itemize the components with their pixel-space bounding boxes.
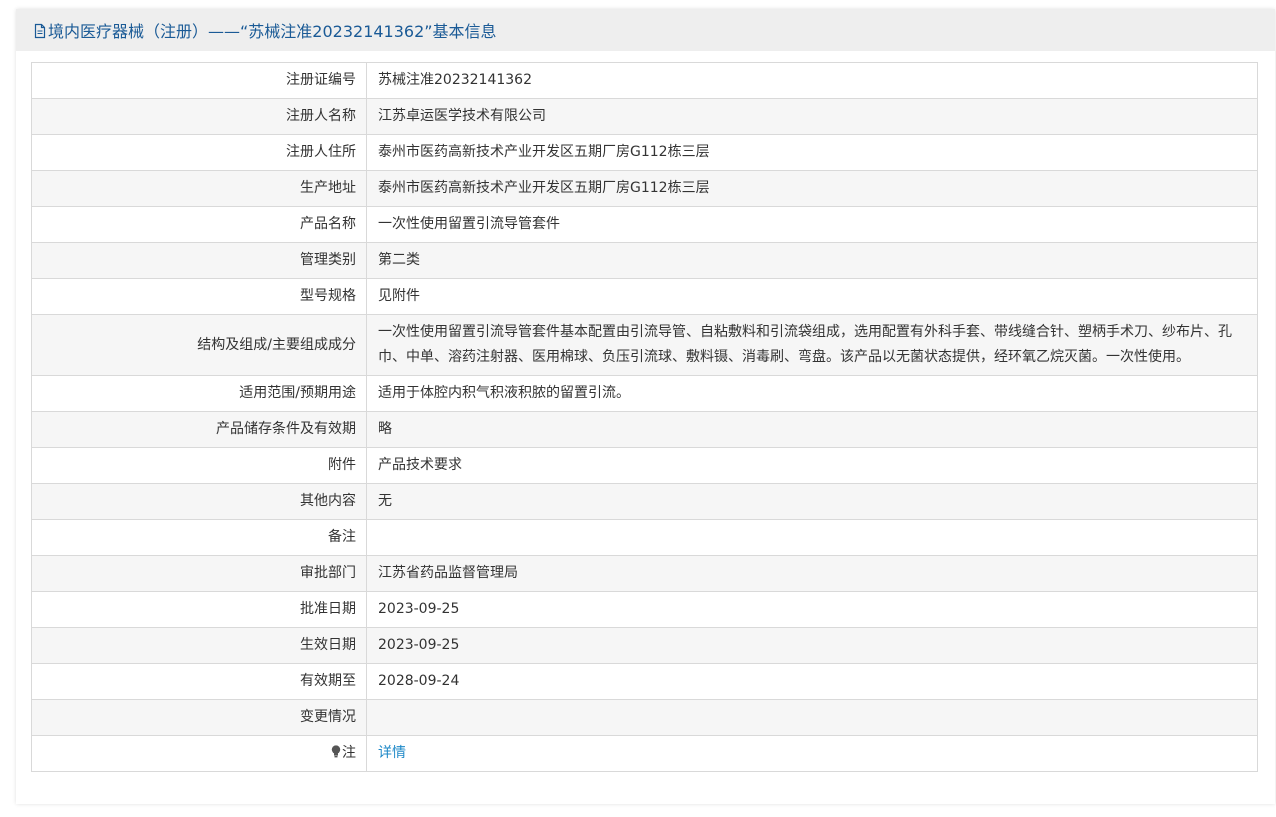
table-row: 有效期至 2028-09-24	[31, 663, 1258, 700]
field-value: 泰州市医药高新技术产业开发区五期厂房G112栋三层	[366, 134, 1258, 171]
field-label: 批准日期	[31, 591, 367, 628]
field-value: 略	[366, 411, 1258, 448]
table-row: 其他内容无	[31, 483, 1258, 520]
field-label: 注册人住所	[31, 134, 367, 171]
field-label: 型号规格	[31, 278, 367, 315]
table-row: 适用范围/预期用途 适用于体腔内积气积液积脓的留置引流。	[31, 375, 1258, 412]
field-label: 变更情况	[31, 699, 367, 736]
table-row: 结构及组成/主要组成成分 一次性使用留置引流导管套件基本配置由引流导管、自粘敷料和…	[31, 314, 1258, 376]
table-row: 批准日期 2023-09-25	[31, 591, 1258, 628]
field-label: 产品名称	[31, 206, 367, 243]
field-value: 见附件	[366, 278, 1258, 315]
field-label: 生产地址	[31, 170, 367, 207]
lightbulb-icon	[331, 742, 341, 758]
field-value: 产品技术要求	[366, 447, 1258, 484]
details-link[interactable]: 详情	[378, 745, 406, 761]
info-table: 注册证编号 苏械注准20232141362 注册人名称 江苏卓运医学技术有限公司 注册人…	[31, 62, 1258, 772]
field-value: 2028-09-24	[366, 663, 1258, 700]
table-row: 管理类别 第二类	[31, 242, 1258, 279]
note-row: 注 详情	[31, 735, 1258, 772]
field-label: 审批部门	[31, 555, 367, 592]
field-value: 无	[366, 483, 1258, 520]
table-row: 变更情况	[31, 699, 1258, 736]
field-value	[366, 519, 1258, 556]
field-value	[366, 699, 1258, 736]
note-value-cell: 详情	[366, 735, 1258, 772]
table-row: 产品储存条件及有效期略	[31, 411, 1258, 448]
field-value: 第二类	[366, 242, 1258, 279]
field-label: 注册证编号	[31, 62, 367, 99]
table-row: 注册人住所 泰州市医药高新技术产业开发区五期厂房G112栋三层	[31, 134, 1258, 171]
table-row: 产品名称 一次性使用留置引流导管套件	[31, 206, 1258, 243]
field-value: 适用于体腔内积气积液积脓的留置引流。	[366, 375, 1258, 412]
field-value: 江苏省药品监督管理局	[366, 555, 1258, 592]
field-value: 一次性使用留置引流导管套件基本配置由引流导管、自粘敷料和引流袋组成，选用配置有外…	[366, 314, 1258, 376]
table-row: 注册人名称 江苏卓运医学技术有限公司	[31, 98, 1258, 135]
field-value: 泰州市医药高新技术产业开发区五期厂房G112栋三层	[366, 170, 1258, 207]
page-title: 境内医疗器械（注册）——“苏械注准20232141362”基本信息	[48, 22, 497, 41]
field-label: 注册人名称	[31, 98, 367, 135]
note-label-cell: 注	[31, 735, 367, 772]
table-row: 型号规格 见附件	[31, 278, 1258, 315]
field-label: 适用范围/预期用途	[31, 375, 367, 412]
field-label: 附件	[31, 447, 367, 484]
field-label: 结构及组成/主要组成成分	[31, 314, 367, 376]
panel-header: 境内医疗器械（注册）——“苏械注准20232141362”基本信息	[16, 9, 1275, 51]
table-row: 生效日期 2023-09-25	[31, 627, 1258, 664]
table-row: 备注	[31, 519, 1258, 556]
field-label: 生效日期	[31, 627, 367, 664]
field-label: 备注	[31, 519, 367, 556]
table-row: 附件 产品技术要求	[31, 447, 1258, 484]
note-label: 注	[342, 745, 356, 761]
table-row: 注册证编号 苏械注准20232141362	[31, 62, 1258, 99]
table-row: 生产地址 泰州市医药高新技术产业开发区五期厂房G112栋三层	[31, 170, 1258, 207]
field-label: 产品储存条件及有效期	[31, 411, 367, 448]
field-value: 一次性使用留置引流导管套件	[366, 206, 1258, 243]
info-panel: 境内医疗器械（注册）——“苏械注准20232141362”基本信息 注册证编号苏…	[16, 9, 1275, 804]
field-label: 管理类别	[31, 242, 367, 279]
field-value: 2023-09-25	[366, 591, 1258, 628]
field-value: 苏械注准20232141362	[366, 62, 1258, 99]
document-icon	[33, 23, 47, 39]
field-value: 2023-09-25	[366, 627, 1258, 664]
table-row: 审批部门 江苏省药品监督管理局	[31, 555, 1258, 592]
field-label: 其他内容	[31, 483, 367, 520]
field-label: 有效期至	[31, 663, 367, 700]
field-value: 江苏卓运医学技术有限公司	[366, 98, 1258, 135]
